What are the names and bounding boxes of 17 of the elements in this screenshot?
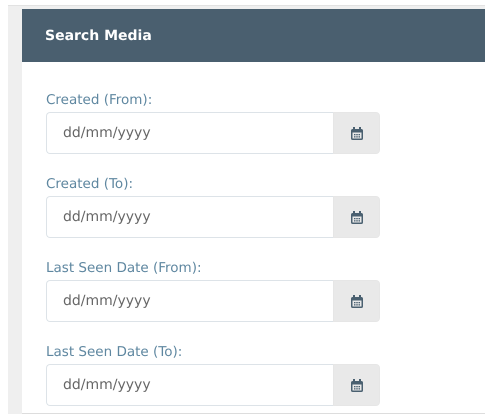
calendar-button[interactable] — [333, 112, 380, 154]
date-field[interactable]: dd/mm/yyyy — [46, 112, 333, 154]
date-field[interactable]: dd/mm/yyyy — [46, 196, 333, 238]
calendar-button[interactable] — [333, 196, 380, 238]
field-label: Last Seen Date (To): — [46, 343, 184, 362]
calendar-button[interactable] — [333, 280, 380, 322]
field-label: Created (To): — [46, 175, 134, 194]
calendar-button[interactable] — [333, 364, 380, 406]
panel-title: Search Media — [45, 28, 152, 44]
date-field[interactable]: dd/mm/yyyy — [46, 364, 333, 406]
field-label: Last Seen Date (From): — [46, 259, 203, 278]
calendar-icon — [350, 126, 362, 140]
field-label: Created (From): — [46, 91, 154, 110]
calendar-icon — [350, 378, 362, 392]
calendar-icon — [350, 294, 362, 308]
date-field[interactable]: dd/mm/yyyy — [46, 280, 333, 322]
calendar-icon — [350, 210, 362, 224]
